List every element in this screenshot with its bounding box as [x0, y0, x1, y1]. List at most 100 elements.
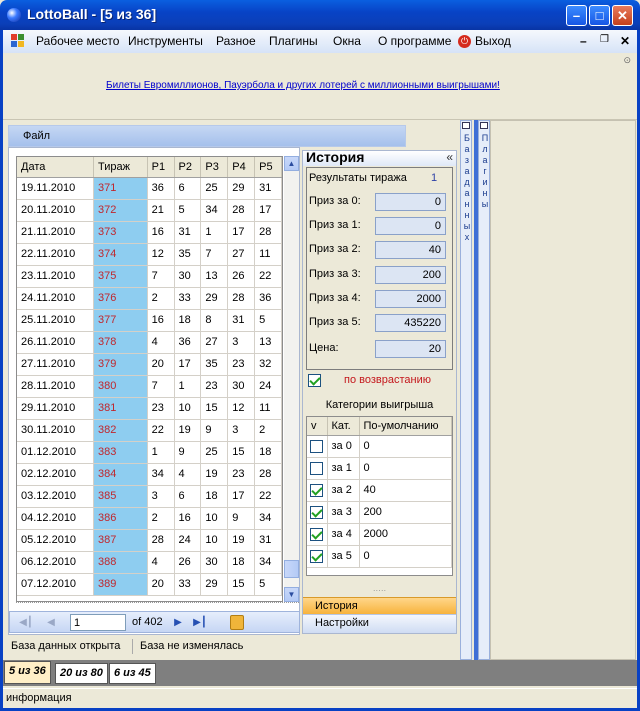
table-cell[interactable]: 10 — [174, 397, 202, 420]
menu-misc[interactable]: Разное — [216, 34, 256, 48]
table-cell[interactable]: 13 — [200, 265, 229, 288]
table-cell[interactable]: 28 — [147, 529, 175, 552]
category-checkbox[interactable] — [310, 527, 323, 541]
table-row[interactable]: 21.11.2010 373 16 31 1 17 28 — [17, 221, 282, 244]
table-row[interactable]: 01.12.2010 383 1 9 25 15 18 — [17, 441, 282, 464]
table-row[interactable]: 24.11.2010 376 2 33 29 28 36 — [17, 287, 282, 310]
close-button[interactable]: ✕ — [612, 5, 633, 26]
table-cell[interactable]: 385 — [93, 485, 148, 508]
table-cell[interactable]: 9 — [227, 507, 256, 530]
table-cell[interactable]: 10 — [200, 529, 229, 552]
first-record-icon[interactable]: ◀┃ — [18, 615, 34, 631]
table-cell[interactable]: 4 — [147, 551, 175, 574]
price-value[interactable]: 20 — [375, 340, 446, 358]
title-bar[interactable]: LottoBall - [5 из 36] – □ ✕ — [0, 0, 640, 30]
table-cell[interactable]: 26 — [227, 265, 256, 288]
table-row[interactable]: 06.12.2010 388 4 26 30 18 34 — [17, 551, 282, 574]
col-p4[interactable]: P4 — [227, 157, 256, 178]
table-row[interactable]: 25.11.2010 377 16 18 8 31 5 — [17, 309, 282, 332]
mdi-restore-icon[interactable]: ❐ — [600, 34, 609, 45]
category-check-cell[interactable] — [307, 435, 328, 458]
table-cell[interactable]: 24 — [254, 375, 282, 398]
grid-vertical-scrollbar[interactable]: ▲ ▼ — [284, 156, 299, 602]
table-cell[interactable]: 04.12.2010 — [17, 507, 94, 530]
table-cell[interactable]: 03.12.2010 — [17, 485, 94, 508]
scroll-down-icon[interactable]: ▼ — [284, 587, 299, 602]
table-cell[interactable]: 19 — [174, 419, 202, 442]
table-cell[interactable]: 17 — [227, 485, 256, 508]
col-cat[interactable]: Кат. — [327, 417, 360, 436]
table-cell[interactable]: 372 — [93, 199, 148, 222]
table-cell[interactable]: 36 — [254, 287, 282, 310]
table-row[interactable]: 19.11.2010 371 36 6 25 29 31 — [17, 177, 282, 200]
table-cell[interactable]: 16 — [147, 309, 175, 332]
table-cell[interactable]: 12 — [227, 397, 256, 420]
table-cell[interactable]: 30 — [174, 265, 202, 288]
category-check-cell[interactable] — [307, 457, 328, 480]
table-cell[interactable]: 8 — [200, 309, 229, 332]
table-cell[interactable]: 29 — [200, 287, 229, 310]
category-name[interactable]: за 3 — [327, 501, 360, 524]
col-date[interactable]: Дата — [17, 157, 94, 178]
table-cell[interactable]: 6 — [174, 485, 202, 508]
ascending-checkbox[interactable] — [308, 374, 321, 387]
menu-about[interactable]: О программе — [378, 34, 451, 48]
table-cell[interactable]: 7 — [147, 375, 175, 398]
category-name[interactable]: за 4 — [327, 523, 360, 546]
minimize-button[interactable]: – — [566, 5, 587, 26]
table-cell[interactable]: 28.11.2010 — [17, 375, 94, 398]
table-cell[interactable]: 35 — [174, 243, 202, 266]
table-cell[interactable]: 30.11.2010 — [17, 419, 94, 442]
category-name[interactable]: за 2 — [327, 479, 360, 502]
table-cell[interactable]: 376 — [93, 287, 148, 310]
categories-grid[interactable]: v Кат. По-умолчанию за 0 0 за 1 0 за 2 40 за 3… — [306, 416, 453, 576]
table-cell[interactable]: 34 — [147, 463, 175, 486]
category-default[interactable]: 40 — [359, 479, 452, 502]
pin-icon[interactable] — [480, 122, 488, 129]
table-cell[interactable]: 33 — [174, 287, 202, 310]
table-cell[interactable]: 6 — [174, 177, 202, 200]
table-cell[interactable]: 381 — [93, 397, 148, 420]
table-cell[interactable]: 375 — [93, 265, 148, 288]
category-checkbox[interactable] — [310, 505, 323, 519]
table-cell[interactable]: 19 — [227, 529, 256, 552]
table-cell[interactable]: 36 — [174, 331, 202, 354]
table-cell[interactable]: 389 — [93, 573, 148, 596]
table-cell[interactable]: 27.11.2010 — [17, 353, 94, 376]
table-cell[interactable]: 387 — [93, 529, 148, 552]
table-cell[interactable]: 17 — [227, 221, 256, 244]
table-cell[interactable]: 15 — [227, 441, 256, 464]
position-input[interactable] — [70, 614, 126, 631]
table-cell[interactable]: 3 — [227, 419, 256, 442]
table-cell[interactable]: 30 — [200, 551, 229, 574]
table-cell[interactable]: 379 — [93, 353, 148, 376]
table-cell[interactable]: 1 — [174, 375, 202, 398]
tab-20-of-80[interactable]: 20 из 80 — [55, 663, 108, 684]
table-cell[interactable]: 373 — [93, 221, 148, 244]
table-row[interactable]: 22.11.2010 374 12 35 7 27 11 — [17, 243, 282, 266]
category-name[interactable]: за 5 — [327, 545, 360, 568]
table-cell[interactable]: 25 — [200, 177, 229, 200]
table-cell[interactable]: 374 — [93, 243, 148, 266]
table-cell[interactable]: 31 — [174, 221, 202, 244]
table-cell[interactable]: 35 — [200, 353, 229, 376]
table-cell[interactable]: 23 — [200, 375, 229, 398]
collapse-icon[interactable]: « — [446, 150, 453, 164]
table-cell[interactable]: 5 — [174, 199, 202, 222]
category-default[interactable]: 200 — [359, 501, 452, 524]
table-cell[interactable]: 11 — [254, 243, 282, 266]
prize-5-value[interactable]: 435220 — [375, 314, 446, 332]
category-row[interactable]: за 3 200 — [307, 501, 452, 524]
pin-icon[interactable] — [462, 122, 470, 129]
table-cell[interactable]: 01.12.2010 — [17, 441, 94, 464]
menu-workspace[interactable]: Рабочее место — [36, 34, 119, 48]
table-cell[interactable]: 06.12.2010 — [17, 551, 94, 574]
table-cell[interactable]: 21 — [147, 199, 175, 222]
table-cell[interactable]: 31 — [227, 309, 256, 332]
table-cell[interactable]: 28 — [254, 221, 282, 244]
table-cell[interactable]: 05.12.2010 — [17, 529, 94, 552]
table-cell[interactable]: 23 — [147, 397, 175, 420]
table-cell[interactable]: 22.11.2010 — [17, 243, 94, 266]
table-cell[interactable]: 18 — [200, 485, 229, 508]
table-cell[interactable]: 7 — [147, 265, 175, 288]
